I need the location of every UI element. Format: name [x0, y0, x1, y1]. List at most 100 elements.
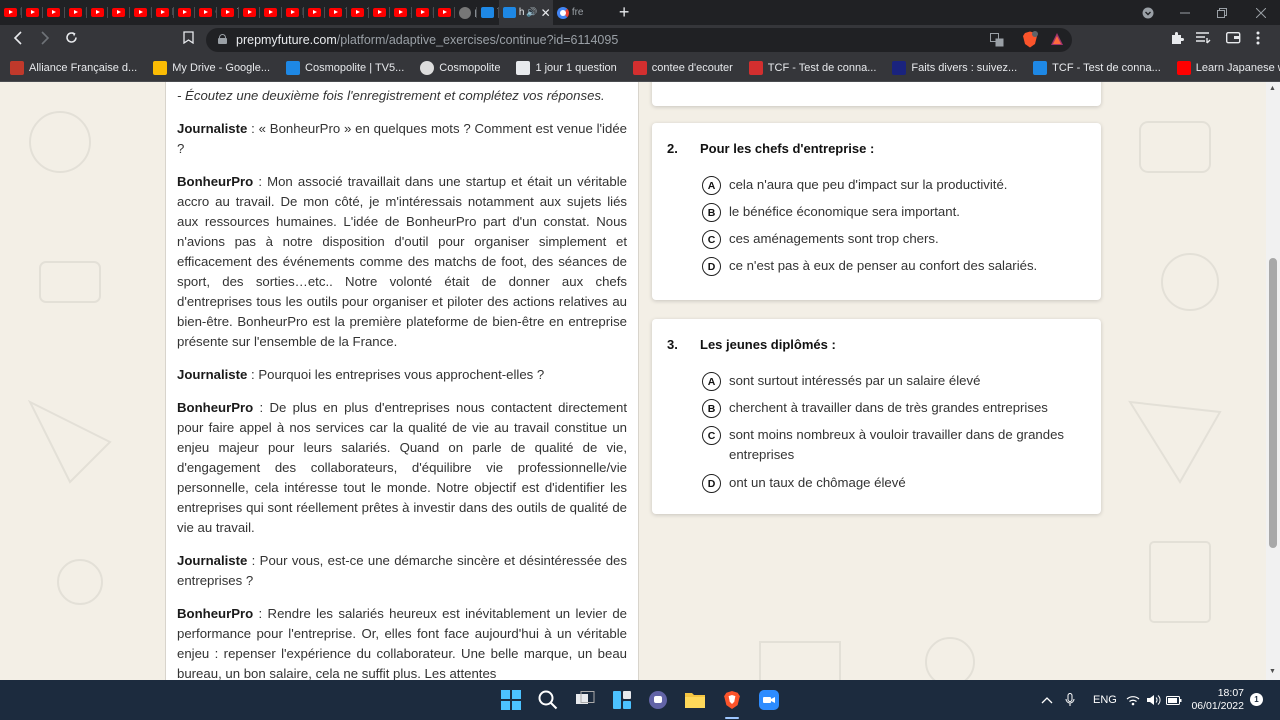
reload-icon[interactable] [65, 31, 78, 49]
browser-tab-active[interactable]: h 🔊 ✕ [498, 0, 553, 25]
browser-tab[interactable]: Fre [87, 0, 109, 25]
bookmark-star-icon[interactable] [183, 31, 194, 49]
answer-option-d[interactable]: Dont un taux de chômage élevé [702, 474, 1089, 493]
task-view-icon[interactable] [574, 689, 596, 711]
reading-list-icon[interactable] [1196, 31, 1211, 49]
option-text[interactable]: sont moins nombreux à vouloir travailler… [729, 425, 1089, 465]
bookmark-item[interactable]: TCF - Test de conna... [748, 61, 876, 75]
browser-tab[interactable]: TEF [325, 0, 347, 25]
browser-tab[interactable]: E - [412, 0, 434, 25]
scrollbar-thumb[interactable] [1269, 258, 1277, 548]
minimize-window-icon[interactable] [1180, 0, 1190, 25]
scroll-down-icon[interactable]: ▼ [1269, 668, 1276, 675]
browser-tab[interactable]: Fre [130, 0, 152, 25]
back-icon[interactable] [12, 31, 24, 50]
bookmark-item[interactable]: Alliance Française d... [10, 61, 137, 75]
browser-tab[interactable]: Fre [43, 0, 66, 25]
bookmark-item[interactable]: Faits divers : suivez... [892, 61, 1017, 75]
browser-tab[interactable]: Qn [195, 0, 217, 25]
translate-icon[interactable] [990, 33, 1004, 52]
option-letter-badge[interactable]: D [702, 474, 721, 493]
browser-tab[interactable]: Fre [0, 0, 22, 25]
brave-rewards-icon[interactable] [1050, 32, 1064, 51]
browser-tab[interactable]: Hov [239, 0, 261, 25]
notification-badge[interactable]: 1 [1250, 693, 1263, 706]
scroll-up-icon[interactable]: ▲ [1269, 85, 1276, 92]
browser-tab[interactable]: Fre [152, 0, 174, 25]
browser-tab[interactable]: Fre [282, 0, 304, 25]
browser-tab[interactable]: Fre [304, 0, 326, 25]
brave-browser-icon[interactable] [721, 689, 743, 719]
close-window-icon[interactable] [1256, 0, 1266, 25]
option-letter-badge[interactable]: C [702, 426, 721, 445]
file-explorer-icon[interactable] [684, 689, 706, 711]
option-text[interactable]: ce n'est pas à eux de penser au confort … [729, 256, 1089, 276]
option-text[interactable]: le bénéfice économique sera important. [729, 202, 1089, 222]
widgets-icon[interactable] [611, 689, 633, 711]
option-letter-badge[interactable]: B [702, 399, 721, 418]
windows-start-icon[interactable] [500, 689, 522, 711]
system-clock[interactable]: 18:07 06/01/2022 [1191, 687, 1244, 713]
wifi-icon[interactable] [1126, 680, 1140, 720]
browser-tab[interactable]: TEF [434, 0, 456, 25]
page-scrollbar[interactable]: ▲ ▼ [1266, 82, 1280, 680]
browser-tab[interactable]: Tes [477, 0, 499, 25]
microphone-icon[interactable] [1065, 680, 1075, 720]
answer-option-d[interactable]: Dce n'est pas à eux de penser au confort… [702, 257, 1089, 276]
volume-icon[interactable] [1146, 680, 1161, 720]
address-bar[interactable]: prepmyfuture.com/platform/adaptive_exerc… [206, 28, 1072, 52]
option-letter-badge[interactable]: A [702, 176, 721, 195]
option-letter-badge[interactable]: C [702, 230, 721, 249]
option-text[interactable]: ont un taux de chômage élevé [729, 473, 1089, 493]
tab-search-icon[interactable] [1142, 0, 1154, 25]
restore-window-icon[interactable] [1217, 0, 1227, 25]
brave-shields-icon[interactable] [1022, 31, 1038, 53]
bookmark-item[interactable]: 1 jour 1 question [516, 61, 617, 75]
browser-tab[interactable]: Hov [369, 0, 391, 25]
lock-icon[interactable] [218, 34, 227, 44]
browser-tab[interactable]: poc [455, 0, 478, 25]
bookmark-item[interactable]: contee d'ecouter [632, 61, 733, 75]
search-icon[interactable] [537, 689, 559, 711]
answer-option-a[interactable]: Acela n'aura que peu d'impact sur la pro… [702, 176, 1089, 195]
bookmark-item[interactable]: Learn Japanese wit... [1176, 61, 1280, 75]
browser-tab[interactable]: Fre [174, 0, 196, 25]
option-text[interactable]: cherchent à travailler dans de très gran… [729, 398, 1089, 418]
close-tab-icon[interactable]: ✕ [541, 6, 551, 20]
speaker-icon[interactable]: 🔊 [526, 7, 537, 18]
browser-tab[interactable]: Lea [260, 0, 282, 25]
wallet-icon[interactable] [1225, 31, 1241, 49]
option-text[interactable]: sont surtout intéressés par un salaire é… [729, 371, 1089, 391]
forward-icon[interactable] [39, 31, 51, 50]
option-letter-badge[interactable]: B [702, 203, 721, 222]
option-letter-badge[interactable]: D [702, 257, 721, 276]
answer-option-a[interactable]: Asont surtout intéressés par un salaire … [702, 372, 1089, 391]
browser-tab[interactable]: TEF [217, 0, 239, 25]
new-tab-button[interactable]: + [619, 0, 630, 25]
bookmark-item[interactable]: My Drive - Google... [153, 61, 270, 75]
answer-option-c[interactable]: Cces aménagements sont trop chers. [702, 230, 1089, 249]
browser-tab[interactable]: Fre [108, 0, 131, 25]
answer-option-b[interactable]: Bcherchent à travailler dans de très gra… [702, 399, 1089, 418]
browser-tab[interactable]: 50 [390, 0, 413, 25]
option-letter-badge[interactable]: A [702, 372, 721, 391]
zoom-icon[interactable] [758, 689, 780, 711]
browser-tab[interactable]: TEF [347, 0, 369, 25]
browser-tab[interactable]: fre [553, 0, 601, 25]
option-text[interactable]: cela n'aura que peu d'impact sur la prod… [729, 175, 1089, 195]
browser-tab[interactable]: Fre [22, 0, 44, 25]
battery-icon[interactable] [1166, 680, 1182, 720]
option-text[interactable]: ces aménagements sont trop chers. [729, 229, 1089, 249]
menu-icon[interactable] [1256, 31, 1260, 50]
language-indicator[interactable]: ENG [1093, 680, 1117, 720]
bookmark-item[interactable]: Cosmopolite [420, 61, 500, 75]
bookmark-item[interactable]: Cosmopolite | TV5... [286, 61, 404, 75]
teams-chat-icon[interactable] [647, 689, 669, 711]
extensions-icon[interactable] [1170, 31, 1184, 50]
answer-option-c[interactable]: Csont moins nombreux à vouloir travaille… [702, 426, 1089, 465]
answer-option-b[interactable]: Ble bénéfice économique sera important. [702, 203, 1089, 222]
url-text[interactable]: prepmyfuture.com/platform/adaptive_exerc… [236, 33, 618, 47]
browser-tab[interactable]: Fre [65, 0, 87, 25]
show-hidden-icons[interactable] [1041, 680, 1053, 720]
bookmark-item[interactable]: TCF - Test de conna... [1033, 61, 1161, 75]
